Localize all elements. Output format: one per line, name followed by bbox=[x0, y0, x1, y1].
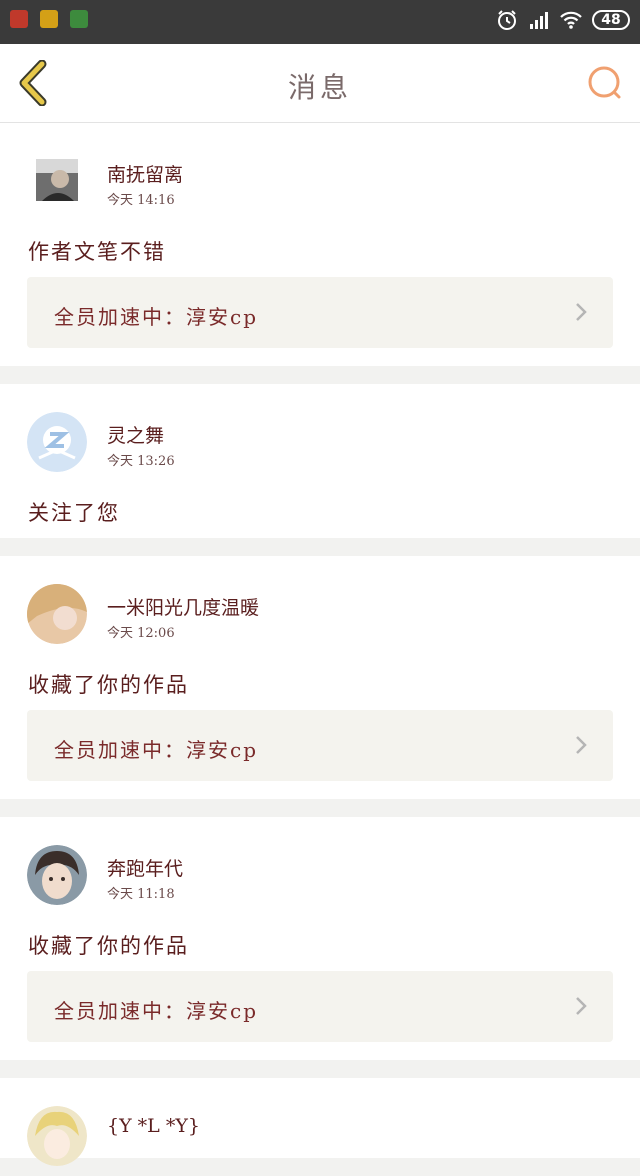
avatar[interactable] bbox=[36, 159, 78, 201]
work-title: 全员加速中：淳安cp bbox=[54, 738, 259, 762]
game-notification-icon bbox=[70, 10, 88, 28]
chevron-right-icon bbox=[576, 997, 587, 1015]
avatar[interactable] bbox=[27, 845, 87, 905]
message-text: 收藏了你的作品 bbox=[28, 934, 189, 958]
message-card[interactable]: 奔跑年代 今天 11:18 收藏了你的作品 全员加速中：淳安cp bbox=[0, 817, 640, 1060]
user-name[interactable]: 南抚留离 bbox=[107, 160, 183, 187]
battery-indicator: 48 bbox=[592, 10, 630, 30]
wifi-icon bbox=[560, 11, 582, 29]
message-text: 作者文笔不错 bbox=[28, 240, 166, 264]
user-name[interactable]: 灵之舞 bbox=[107, 421, 164, 448]
work-link[interactable]: 全员加速中：淳安cp bbox=[27, 277, 613, 348]
notification-icons bbox=[10, 10, 88, 28]
message-list: 南抚留离 今天 14:16 作者文笔不错 全员加速中：淳安cp 灵之舞 今天 1… bbox=[0, 123, 640, 1176]
chevron-right-icon bbox=[576, 303, 587, 321]
user-name[interactable]: 奔跑年代 bbox=[107, 854, 183, 881]
page-title: 消息 bbox=[287, 71, 352, 104]
system-indicators: 48 bbox=[496, 9, 630, 31]
message-card[interactable]: 灵之舞 今天 13:26 关注了您 bbox=[0, 384, 640, 538]
work-title: 全员加速中：淳安cp bbox=[54, 305, 259, 329]
work-link[interactable]: 全员加速中：淳安cp bbox=[27, 710, 613, 781]
status-bar: 48 bbox=[0, 0, 640, 44]
message-text: 关注了您 bbox=[28, 501, 120, 525]
user-name[interactable]: 一米阳光几度温暖 bbox=[107, 593, 259, 620]
message-time: 今天 13:26 bbox=[107, 454, 175, 469]
alarm-icon bbox=[498, 10, 516, 30]
work-link[interactable]: 全员加速中：淳安cp bbox=[27, 971, 613, 1042]
message-time: 今天 14:16 bbox=[107, 193, 175, 208]
user-name[interactable]: {Y *L *Y} bbox=[107, 1115, 200, 1137]
search-icon[interactable] bbox=[586, 64, 624, 102]
avatar[interactable] bbox=[27, 584, 87, 644]
message-time: 今天 12:06 bbox=[107, 626, 175, 641]
avatar[interactable] bbox=[27, 412, 87, 472]
app-notification-icon bbox=[10, 10, 28, 28]
message-time: 今天 11:18 bbox=[107, 887, 175, 902]
message-text: 收藏了你的作品 bbox=[28, 673, 189, 697]
message-card[interactable]: {Y *L *Y} bbox=[0, 1078, 640, 1166]
signal-icon bbox=[530, 12, 548, 29]
message-card[interactable]: 一米阳光几度温暖 今天 12:06 收藏了你的作品 全员加速中：淳安cp bbox=[0, 556, 640, 799]
header-bar: 消息 bbox=[0, 44, 640, 123]
message-card[interactable]: 南抚留离 今天 14:16 作者文笔不错 全员加速中：淳安cp bbox=[0, 123, 640, 366]
avatar[interactable] bbox=[27, 1106, 87, 1166]
chevron-right-icon bbox=[576, 736, 587, 754]
work-title: 全员加速中：淳安cp bbox=[54, 999, 259, 1023]
game-notification-icon bbox=[40, 10, 58, 28]
